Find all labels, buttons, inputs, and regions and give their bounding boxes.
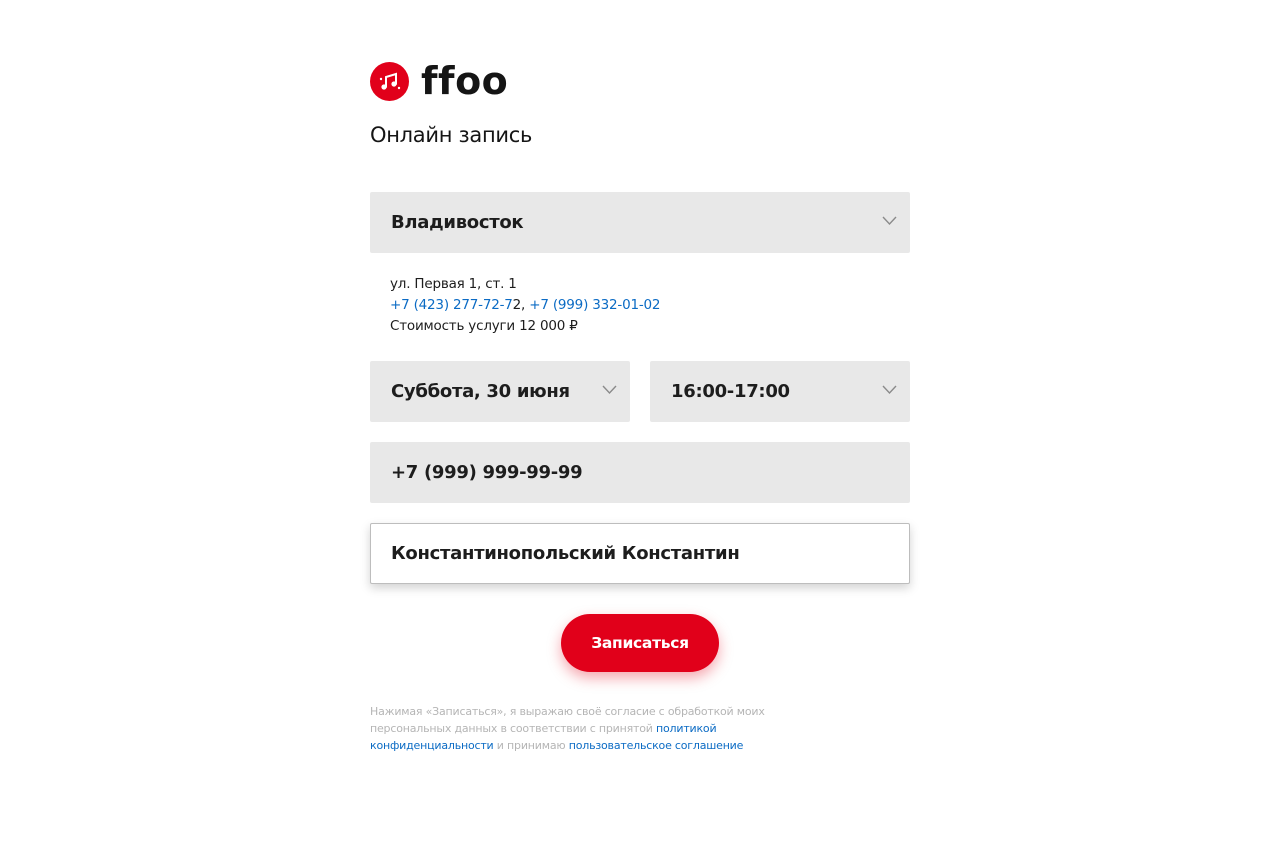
price-text: Стоимость услуги 12 000 ₽	[390, 318, 578, 334]
page-title: Онлайн запись	[370, 123, 533, 147]
phone-input-value: +7 (999) 999-99-99	[391, 462, 583, 483]
date-select[interactable]: Суббота, 30 июня	[370, 361, 630, 422]
consent-text-part-2: и принимаю	[493, 739, 569, 752]
brand-logo[interactable]: ffoo	[370, 60, 508, 102]
phone-link-1[interactable]: +7 (423) 277-72-7	[390, 297, 513, 313]
phone-separator: 2,	[512, 297, 530, 313]
phone-line: +7 (423) 277-72-72, +7 (999) 332-01-02	[390, 295, 661, 316]
city-select[interactable]: Владивосток	[370, 192, 910, 253]
chevron-down-icon	[882, 385, 897, 395]
brand-name: ffoo	[421, 59, 509, 103]
submit-button[interactable]: Записаться	[561, 614, 719, 672]
music-notes-icon	[370, 61, 409, 101]
phone-input[interactable]: +7 (999) 999-99-99	[370, 442, 910, 503]
consent-text: Нажимая «Записаться», я выражаю своё сог…	[370, 703, 840, 754]
phone-link-2[interactable]: +7 (999) 332-01-02	[529, 297, 660, 313]
time-select[interactable]: 16:00-17:00	[650, 361, 910, 422]
name-input[interactable]: Константинопольский Константин	[370, 523, 910, 584]
user-agreement-link[interactable]: пользовательское соглашение	[569, 739, 744, 752]
address-text: ул. Первая 1, ст. 1	[390, 276, 517, 292]
date-select-value: Суббота, 30 июня	[391, 381, 570, 402]
city-select-value: Владивосток	[391, 212, 524, 233]
chevron-down-icon	[882, 216, 897, 226]
time-select-value: 16:00-17:00	[671, 381, 790, 402]
location-info: ул. Первая 1, ст. 1 +7 (423) 277-72-72, …	[390, 274, 661, 337]
name-input-value: Константинопольский Константин	[391, 543, 740, 564]
chevron-down-icon	[602, 385, 617, 395]
